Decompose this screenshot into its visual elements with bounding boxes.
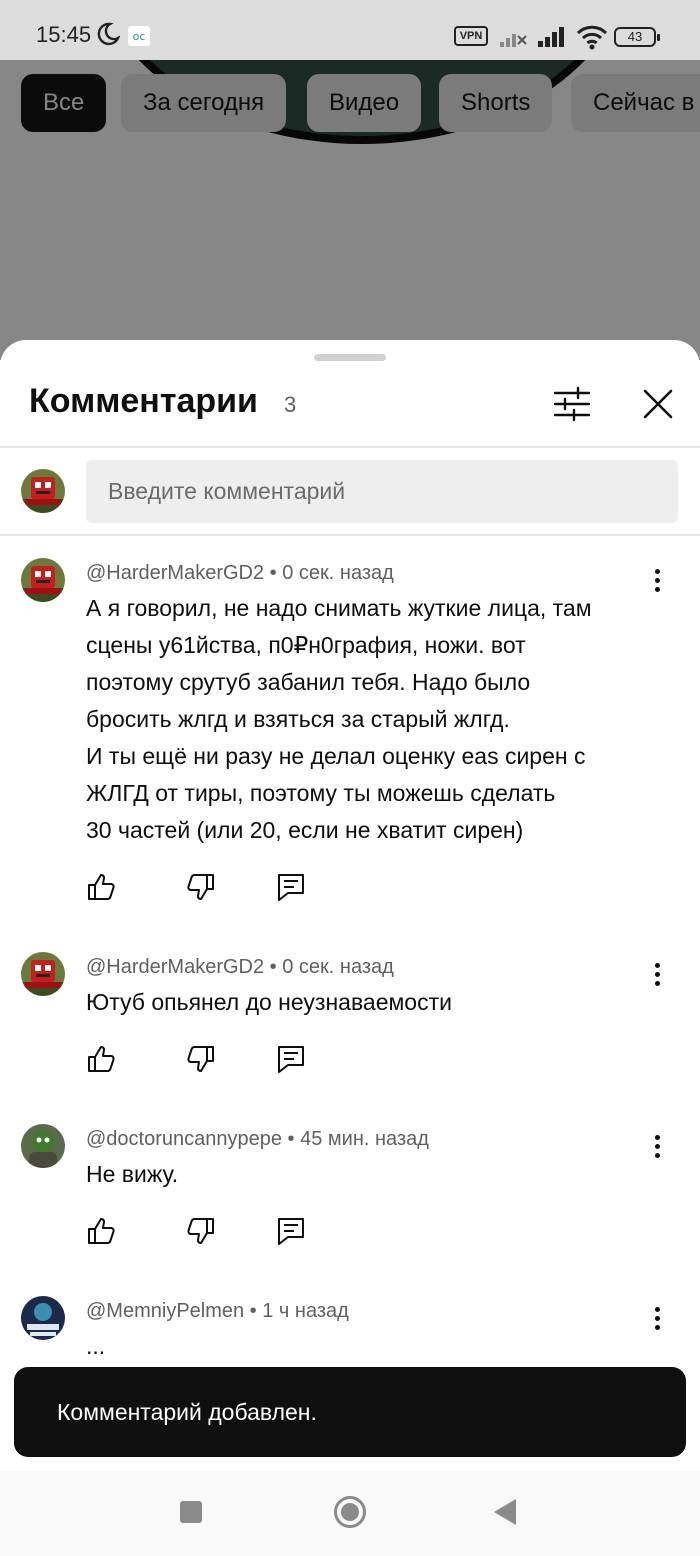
home-icon[interactable] — [334, 1496, 366, 1528]
filter-chips: Все За сегодня Видео Shorts Сейчас в — [0, 74, 700, 132]
comment-input[interactable] — [86, 460, 678, 523]
comment-author[interactable]: @doctoruncannypepe — [86, 1128, 282, 1150]
vpn-icon: VPN — [454, 26, 488, 46]
chip-today[interactable]: За сегодня — [121, 74, 287, 132]
comment-avatar[interactable] — [21, 558, 65, 602]
thumb-down-icon[interactable] — [186, 1216, 216, 1246]
comment-time: 0 сек. назад — [282, 562, 394, 584]
thumb-up-icon[interactable] — [86, 872, 116, 902]
thumb-up-icon[interactable] — [86, 1216, 116, 1246]
drag-handle[interactable] — [314, 354, 386, 361]
status-bar: 15:45 oc VPN 43 — [0, 0, 700, 60]
chip-video[interactable]: Видео — [307, 74, 422, 132]
reply-icon[interactable] — [276, 1044, 306, 1074]
comment-time: 0 сек. назад — [282, 956, 394, 978]
moon-icon — [97, 22, 120, 46]
comment-time: 45 мин. назад — [300, 1128, 429, 1150]
thumb-up-icon[interactable] — [86, 1044, 116, 1074]
sliders-icon[interactable] — [552, 384, 592, 424]
back-icon[interactable] — [494, 1499, 516, 1525]
comment-author[interactable]: @MemniyPelmen — [86, 1300, 244, 1322]
thumb-down-icon[interactable] — [186, 1044, 216, 1074]
status-time: 15:45 — [36, 22, 92, 47]
thumb-down-icon[interactable] — [186, 872, 216, 902]
comment-meta: @HarderMakerGD2 • 0 сек. назад — [86, 956, 394, 978]
header-divider — [0, 446, 700, 448]
wifi-icon — [576, 25, 608, 50]
comment-meta: @doctoruncannypepe • 45 мин. назад — [86, 1128, 429, 1150]
snackbar: Комментарий добавлен. — [14, 1367, 686, 1457]
user-avatar[interactable] — [21, 469, 65, 513]
comment-avatar[interactable] — [21, 1296, 65, 1340]
comments-title: Комментарии — [29, 382, 258, 420]
signal-off-icon — [500, 34, 527, 47]
chip-live[interactable]: Сейчас в — [571, 74, 700, 132]
comment-time: 1 ч назад — [262, 1300, 349, 1322]
comment-text: А я говорил, не надо снимать жуткие лица… — [86, 595, 592, 843]
signal-icon — [538, 27, 564, 47]
chip-shorts[interactable]: Shorts — [439, 74, 553, 132]
comment-avatar[interactable] — [21, 952, 65, 996]
background-feed: Все За сегодня Видео Shorts Сейчас в — [0, 60, 700, 360]
reply-icon[interactable] — [276, 1216, 306, 1246]
svg-text:oc: oc — [133, 30, 146, 43]
chip-all[interactable]: Все — [21, 74, 107, 132]
app-notification-icon: oc — [128, 26, 150, 46]
comment-author[interactable]: @HarderMakerGD2 — [86, 562, 264, 584]
comment-text: ... — [86, 1333, 106, 1359]
comment-meta: @HarderMakerGD2 • 0 сек. назад — [86, 562, 394, 584]
recents-icon[interactable] — [180, 1501, 202, 1523]
battery-icon: 43 — [614, 27, 660, 47]
comment-text: Не вижу. — [86, 1161, 179, 1187]
comment-meta: @MemniyPelmen • 1 ч назад — [86, 1300, 349, 1322]
comment-avatar[interactable] — [21, 1124, 65, 1168]
input-divider — [0, 534, 700, 536]
close-icon[interactable] — [638, 384, 678, 424]
comment-author[interactable]: @HarderMakerGD2 — [86, 956, 264, 978]
reply-icon[interactable] — [276, 872, 306, 902]
navigation-bar — [0, 1471, 700, 1556]
comment-text: Ютуб опьянел до неузнаваемости — [86, 989, 452, 1015]
comments-count: 3 — [284, 392, 297, 417]
